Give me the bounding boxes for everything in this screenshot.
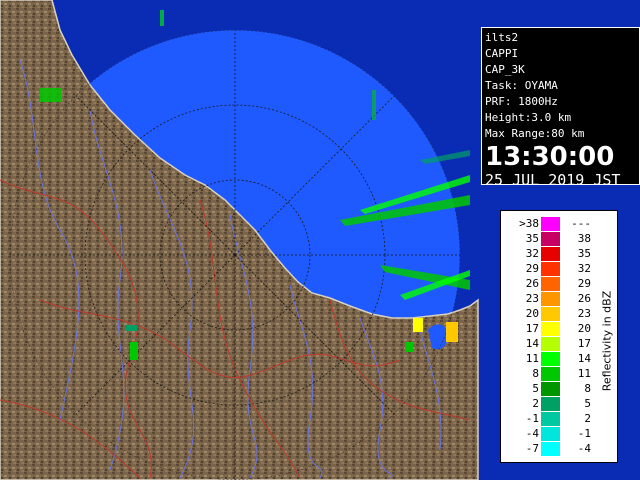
legend-lower-bound: 5 [532, 382, 539, 395]
legend-swatch [541, 397, 560, 411]
legend-swatch [541, 427, 560, 441]
legend-swatch [541, 367, 560, 381]
legend-row: 58 [501, 382, 601, 396]
info-date: 25 JUL 2019 JST [485, 171, 621, 189]
legend-lower-bound: 20 [525, 307, 539, 320]
legend-swatch [541, 247, 560, 261]
legend-swatch [541, 412, 560, 426]
legend-row: -1 2 [501, 412, 601, 426]
info-panel: ilts2 CAPPI CAP_3K Task: OYAMA PRF: 1800… [481, 27, 640, 189]
legend-swatch [541, 307, 560, 321]
legend-upper-bound: 14 [577, 352, 591, 365]
legend-upper-bound: --- [571, 217, 591, 230]
legend-swatch [541, 352, 560, 366]
legend-row: 17 20 [501, 322, 601, 336]
legend-row: 26 29 [501, 277, 601, 291]
legend-row: 8 11 [501, 367, 601, 381]
legend-lower-bound: 32 [525, 247, 539, 260]
legend-upper-bound: 8 [584, 382, 591, 395]
legend-lower-bound: 26 [525, 277, 539, 290]
legend-upper-bound: 20 [577, 322, 591, 335]
legend-upper-bound: 26 [577, 292, 591, 305]
info-max-range: Max Range:80 km [485, 127, 585, 140]
info-product: CAPPI [485, 47, 519, 60]
legend-lower-bound: 14 [525, 337, 539, 350]
legend-upper-bound: 17 [577, 337, 591, 350]
legend-lower-bound: 29 [525, 262, 539, 275]
legend-swatch [541, 217, 560, 231]
legend-upper-bound: 29 [577, 277, 591, 290]
legend-upper-bound: 2 [584, 412, 591, 425]
legend-lower-bound: 23 [525, 292, 539, 305]
info-prf: PRF: 1800Hz [485, 95, 558, 108]
legend-lower-bound: 17 [525, 322, 539, 335]
legend-swatch [541, 232, 560, 246]
legend-swatch [541, 322, 560, 336]
legend-row: 23 26 [501, 292, 601, 306]
legend-unit-label: Reflectivity in dBZ [600, 290, 614, 392]
legend-swatch [541, 292, 560, 306]
legend-swatch [541, 337, 560, 351]
legend-lower-bound: >38 [519, 217, 539, 230]
legend-row: 35 38 [501, 232, 601, 246]
legend-swatch [541, 262, 560, 276]
info-radar-name: ilts2 [485, 31, 519, 44]
legend-row: -7 -4 [501, 442, 601, 456]
legend-row: 32 35 [501, 247, 601, 261]
legend-upper-bound: 5 [584, 397, 591, 410]
legend-row: 11 14 [501, 352, 601, 366]
legend-upper-bound: -4 [577, 442, 591, 455]
legend-upper-bound: 23 [577, 307, 591, 320]
legend-row: 14 17 [501, 337, 601, 351]
legend-lower-bound: -7 [525, 442, 539, 455]
legend-row: >38 --- [501, 217, 601, 231]
info-product-code: CAP_3K [485, 63, 525, 76]
info-task: Task: OYAMA [485, 79, 558, 92]
legend-lower-bound: 8 [532, 367, 539, 380]
legend-swatch [541, 382, 560, 396]
legend-row: 20 23 [501, 307, 601, 321]
legend-lower-bound: 2 [532, 397, 539, 410]
legend-swatch [541, 442, 560, 456]
legend-lower-bound: 11 [525, 352, 539, 365]
legend-lower-bound: -1 [525, 412, 539, 425]
legend-row: 29 32 [501, 262, 601, 276]
legend-upper-bound: 32 [577, 262, 591, 275]
legend-unit: Reflectivity in dBZ [597, 271, 617, 411]
legend-lower-bound: -4 [525, 427, 539, 440]
legend-row: -4 -1 [501, 427, 601, 441]
reflectivity-legend: >38 --- 35 38 32 35 29 32 26 29 23 26 20 23 17 20 14 17 11… [500, 210, 618, 463]
info-time: 13:30:00 [485, 142, 615, 172]
legend-upper-bound: 38 [577, 232, 591, 245]
legend-upper-bound: 11 [577, 367, 591, 380]
legend-upper-bound: -1 [577, 427, 591, 440]
legend-swatch [541, 277, 560, 291]
legend-row: 25 [501, 397, 601, 411]
legend-lower-bound: 35 [525, 232, 539, 245]
info-height: Height:3.0 km [485, 111, 572, 124]
legend-upper-bound: 35 [577, 247, 591, 260]
